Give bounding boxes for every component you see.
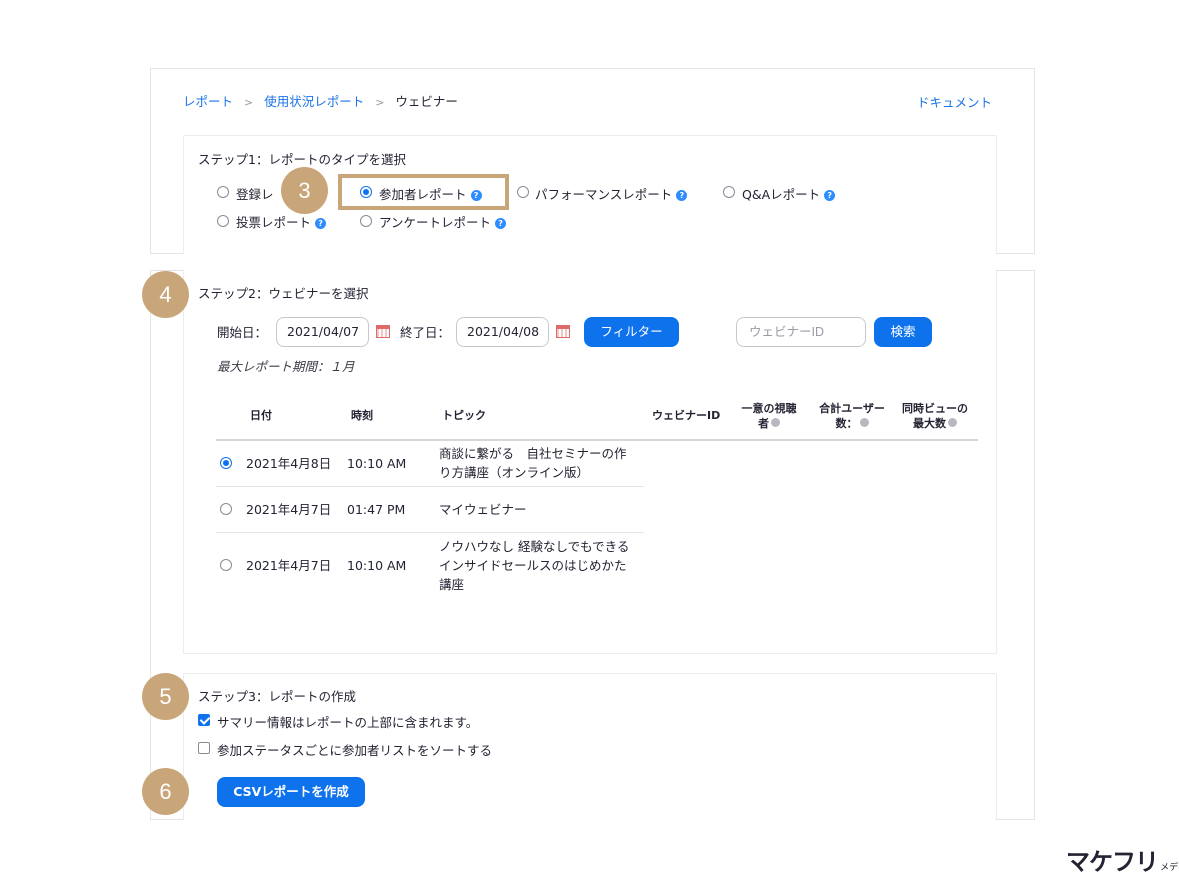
column-header-total-users: 合計ユーザー 数： xyxy=(819,402,885,430)
help-icon[interactable]: ? xyxy=(676,190,688,201)
option-poll-label: 投票レポート? xyxy=(236,212,327,231)
row-divider xyxy=(216,486,644,487)
webinar-id-input[interactable] xyxy=(736,317,866,347)
radio-qa-report[interactable] xyxy=(723,186,735,198)
summary-info-label: サマリー情報はレポートの上部に含まれます。 xyxy=(217,715,479,730)
sort-by-status-label: 参加ステータスごとに参加者リストをソートする xyxy=(217,743,493,758)
option-qa-label: Q&Aレポート? xyxy=(742,184,836,203)
row-time: 01:47 PM xyxy=(347,502,406,517)
makefuri-logo: マケフリ メディア xyxy=(1066,842,1179,877)
step-badge-4: 4 xyxy=(142,271,189,318)
start-date-input[interactable]: 2021/04/07 xyxy=(276,317,369,347)
search-button[interactable]: 検索 xyxy=(874,317,932,347)
row-date: 2021年4月7日 xyxy=(246,502,332,517)
column-header-time: 時刻 xyxy=(351,409,373,422)
option-performance-label: パフォーマンスレポート? xyxy=(535,184,688,203)
column-header-unique-viewers: 一意の視聴 者 xyxy=(741,402,797,430)
column-header-date: 日付 xyxy=(250,409,272,422)
breadcrumb-separator: > xyxy=(244,96,254,109)
info-icon[interactable] xyxy=(859,418,869,427)
filter-button[interactable]: フィルター xyxy=(584,317,679,347)
radio-registration-report[interactable] xyxy=(217,186,229,198)
row-topic: 商談に繋がる 自社セミナーの作 り方講座（オンライン版） xyxy=(439,446,627,480)
calendar-icon[interactable] xyxy=(376,325,390,338)
table-header-divider xyxy=(216,439,978,441)
row-divider xyxy=(216,532,644,533)
row-select-radio[interactable] xyxy=(220,457,232,469)
row-date: 2021年4月8日 xyxy=(246,456,332,471)
radio-survey-report[interactable] xyxy=(360,215,372,227)
step-badge-3: 3 xyxy=(281,167,328,214)
help-icon[interactable]: ? xyxy=(315,218,327,229)
row-time: 10:10 AM xyxy=(347,558,407,573)
logo-sub-text: メディア xyxy=(1160,863,1179,873)
column-header-topic: トピック xyxy=(442,409,486,422)
help-icon[interactable]: ? xyxy=(495,218,507,229)
info-icon[interactable] xyxy=(771,418,780,427)
end-date-input[interactable]: 2021/04/08 xyxy=(456,317,549,347)
column-header-max-concurrent: 同時ビューの 最大数 xyxy=(902,402,968,430)
breadcrumb-separator: > xyxy=(375,96,385,109)
step2-title: ステップ2：ウェビナーを選択 xyxy=(198,286,369,301)
step-badge-5: 5 xyxy=(142,673,189,720)
column-header-webinar-id: ウェビナーID xyxy=(652,409,721,422)
breadcrumb-reports-link[interactable]: レポート xyxy=(183,94,233,109)
end-date-label: 終了日： xyxy=(400,325,451,340)
step3-title: ステップ3：レポートの作成 xyxy=(198,689,356,704)
row-select-radio[interactable] xyxy=(220,559,232,571)
breadcrumb-usage-link[interactable]: 使用状況レポート xyxy=(264,94,364,109)
step-badge-6: 6 xyxy=(142,768,189,815)
row-select-radio[interactable] xyxy=(220,503,232,515)
step1-title: ステップ1：レポートのタイプを選択 xyxy=(198,152,406,167)
logo-main-text: マケフリ xyxy=(1066,848,1159,876)
row-date: 2021年4月7日 xyxy=(246,558,332,573)
summary-info-checkbox[interactable] xyxy=(198,714,210,726)
breadcrumb: レポート > 使用状況レポート > ウェビナー xyxy=(183,91,458,110)
info-icon[interactable] xyxy=(948,418,957,427)
attendee-report-highlight xyxy=(338,174,509,210)
max-report-period: 最大レポート期間：１月 xyxy=(217,359,355,374)
calendar-icon[interactable] xyxy=(556,325,570,338)
radio-poll-report[interactable] xyxy=(217,215,229,227)
sort-by-status-checkbox[interactable] xyxy=(198,742,210,754)
documentation-link[interactable]: ドキュメント xyxy=(917,92,992,111)
help-icon[interactable]: ? xyxy=(824,190,836,201)
option-registration-label: 登録レ xyxy=(236,187,274,202)
option-survey-label: アンケートレポート? xyxy=(379,212,507,231)
radio-performance-report[interactable] xyxy=(517,186,529,198)
start-date-label: 開始日： xyxy=(217,325,268,340)
row-topic: マイウェビナー xyxy=(439,502,527,517)
row-topic: ノウハウなし 経験なしでもできる インサイドセールスのはじめかた 講座 xyxy=(439,539,630,592)
row-time: 10:10 AM xyxy=(347,456,407,471)
create-csv-report-button[interactable]: CSVレポートを作成 xyxy=(217,777,365,807)
breadcrumb-current: ウェビナー xyxy=(395,94,458,109)
